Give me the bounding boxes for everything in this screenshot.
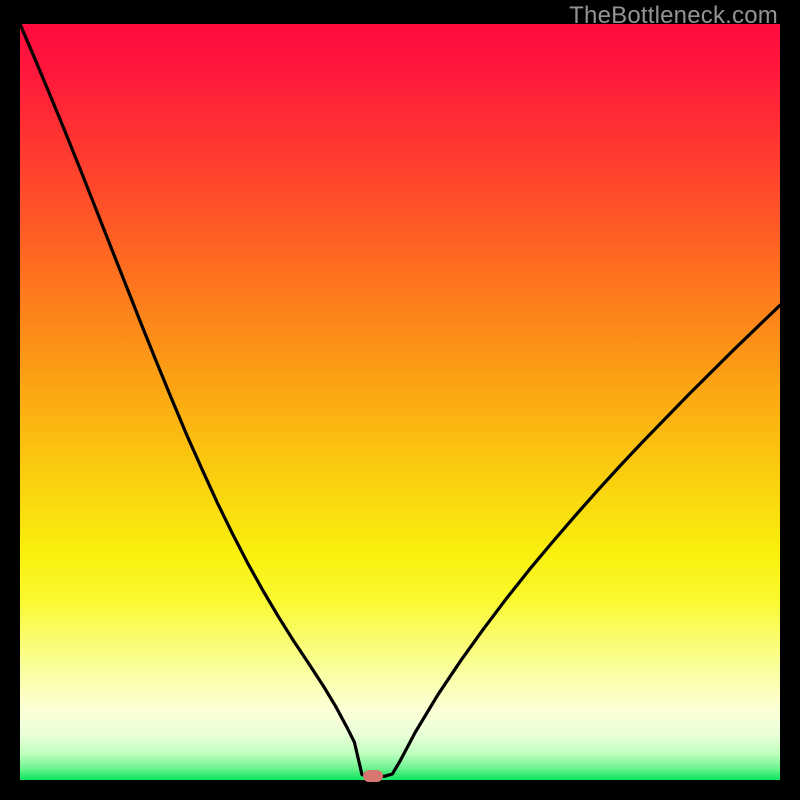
chart-frame: TheBottleneck.com [0, 0, 800, 800]
bottleneck-curve [20, 24, 780, 776]
minimum-marker [363, 770, 383, 782]
plot-area [20, 24, 780, 780]
curve-svg [20, 24, 780, 780]
